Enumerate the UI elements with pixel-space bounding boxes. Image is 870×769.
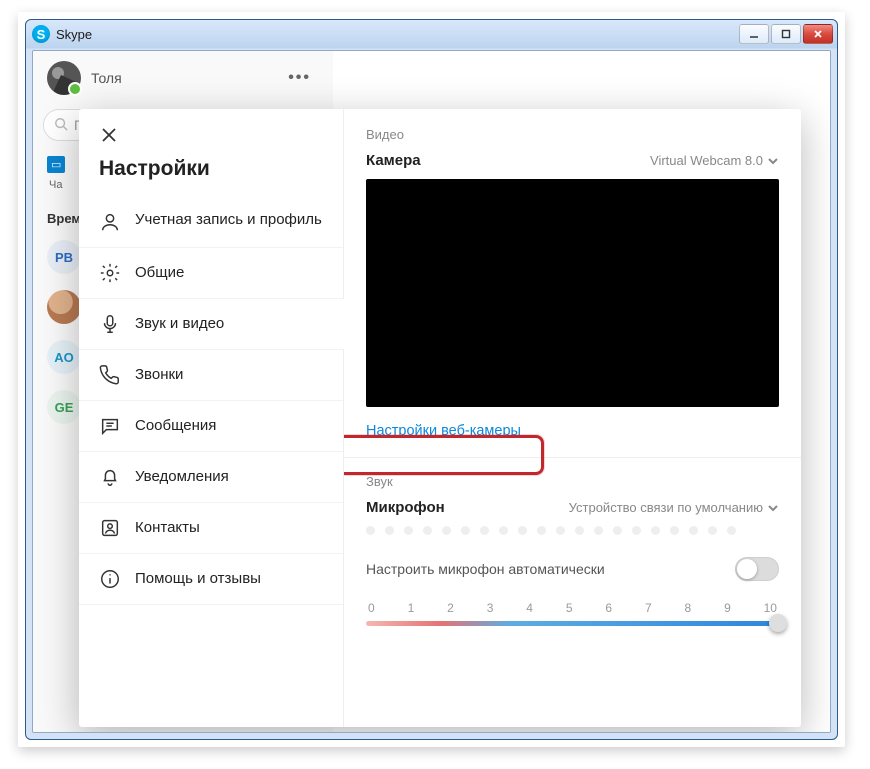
search-icon: [54, 117, 68, 134]
nav-account-profile[interactable]: Учетная запись и профиль: [79, 197, 343, 248]
bell-icon: [99, 466, 121, 488]
nav-label: Сообщения: [135, 417, 216, 435]
close-window-button[interactable]: [803, 24, 833, 44]
nav-label: Помощь и отзывы: [135, 570, 261, 588]
auto-adjust-label: Настроить микрофон автоматически: [366, 561, 605, 577]
camera-preview: [366, 179, 779, 407]
divider: [344, 457, 801, 458]
microphone-value: Устройство связи по умолчанию: [569, 500, 763, 515]
slider-thumb[interactable]: [769, 614, 787, 632]
audio-section-label: Звук: [366, 474, 779, 489]
nav-label: Контакты: [135, 519, 200, 537]
settings-nav: Настройки Учетная запись и профиль Общ: [79, 109, 344, 727]
nav-general[interactable]: Общие: [79, 248, 343, 299]
titlebar[interactable]: S Skype: [26, 20, 837, 48]
nav-label: Звук и видео: [135, 315, 224, 333]
contact-avatar: [47, 290, 81, 324]
nav-label: Звонки: [135, 366, 183, 384]
gear-icon: [99, 262, 121, 284]
chevron-down-icon: [767, 502, 779, 514]
settings-title: Настройки: [79, 155, 343, 197]
mic-volume-slider[interactable]: 0 1 2 3 4 5 6 7 8 9 10: [366, 597, 779, 626]
nav-notifications[interactable]: Уведомления: [79, 452, 343, 503]
profile-name[interactable]: Толя: [91, 70, 122, 86]
message-icon: [99, 415, 121, 437]
chevron-down-icon: [767, 155, 779, 167]
slider-ticks: 0 1 2 3 4 5 6 7 8 9 10: [366, 601, 779, 621]
chats-tab-icon[interactable]: ▭: [47, 156, 65, 173]
person-icon: [99, 211, 121, 233]
nav-label: Учетная запись и профиль: [135, 211, 322, 229]
nav-contacts[interactable]: Контакты: [79, 503, 343, 554]
nav-help-feedback[interactable]: Помощь и отзывы: [79, 554, 343, 605]
avatar[interactable]: [47, 61, 81, 95]
nav-messages[interactable]: Сообщения: [79, 401, 343, 452]
camera-label: Камера: [366, 152, 421, 169]
microphone-label: Микрофон: [366, 499, 445, 516]
nav-label: Общие: [135, 264, 184, 282]
skype-icon: S: [32, 25, 50, 43]
presence-indicator: [68, 82, 82, 96]
window-title: Skype: [56, 27, 92, 42]
microphone-select[interactable]: Устройство связи по умолчанию: [569, 500, 779, 515]
maximize-button[interactable]: [771, 24, 801, 44]
mic-level-meter: [366, 526, 779, 535]
slider-track: [366, 621, 779, 626]
video-section-label: Видео: [366, 127, 779, 142]
contact-initials: PB: [47, 240, 81, 274]
close-settings-button[interactable]: [89, 115, 129, 155]
contact-initials: AO: [47, 340, 81, 374]
window-frame: S Skype: [25, 19, 838, 740]
contacts-icon: [99, 517, 121, 539]
nav-calls[interactable]: Звонки: [79, 350, 343, 401]
phone-icon: [99, 364, 121, 386]
webcam-settings-link[interactable]: Настройки веб-камеры: [366, 417, 779, 453]
nav-audio-video[interactable]: Звук и видео: [79, 299, 343, 350]
auto-adjust-toggle[interactable]: [735, 557, 779, 581]
more-icon[interactable]: •••: [280, 65, 319, 91]
camera-select[interactable]: Virtual Webcam 8.0: [650, 153, 779, 168]
microphone-icon: [99, 313, 121, 335]
settings-body: Видео Камера Virtual Webcam 8.0 Настройк…: [344, 109, 801, 727]
info-icon: [99, 568, 121, 590]
nav-label: Уведомления: [135, 468, 229, 486]
minimize-button[interactable]: [739, 24, 769, 44]
settings-modal: Настройки Учетная запись и профиль Общ: [79, 109, 801, 727]
contact-initials: GE: [47, 390, 81, 424]
camera-value: Virtual Webcam 8.0: [650, 153, 763, 168]
